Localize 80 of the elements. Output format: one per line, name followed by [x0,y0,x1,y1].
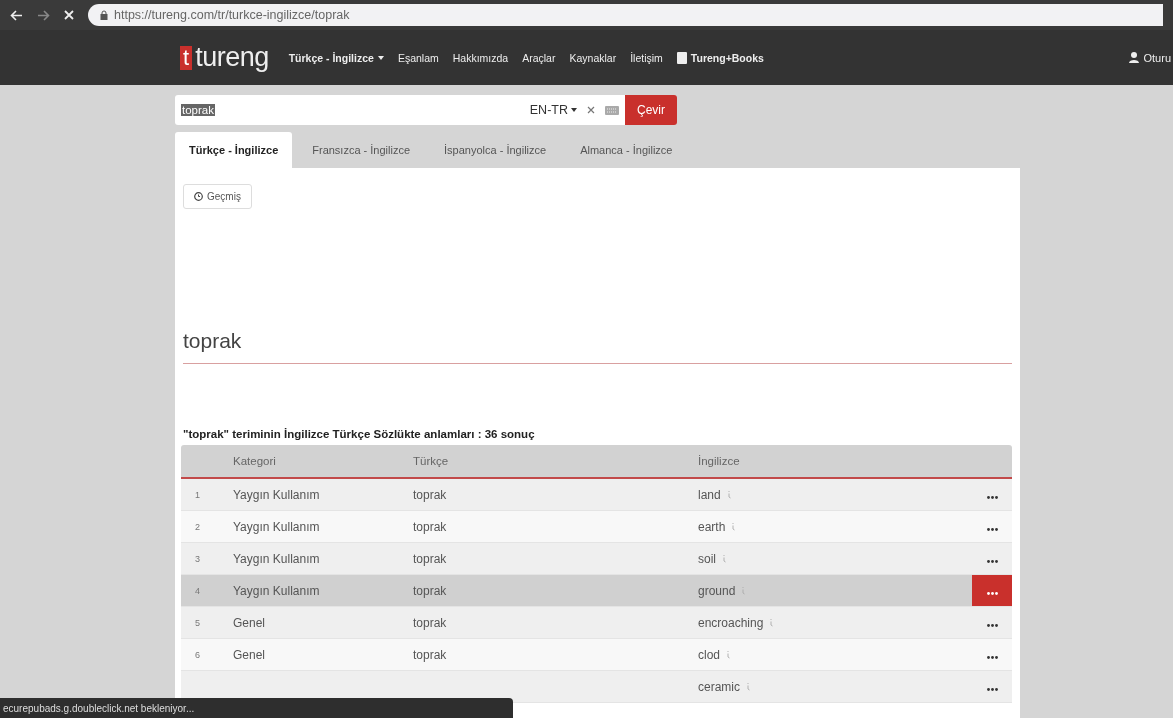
table-row[interactable]: 1 Yaygın Kullanım toprak land [181,479,1012,511]
table-cell-text: Yaygın Kullanım [233,487,321,502]
table-cell-text: Yaygın Kullanım [233,583,321,598]
table-cell-text: Yaygın Kullanım [233,551,321,566]
column-header: İngilizce [698,455,741,467]
column-header: Türkçe [413,455,450,467]
translation-link[interactable]: ground [698,583,736,598]
nav-link[interactable]: Kaynaklar [569,51,617,64]
table-cell-text: toprak [413,551,448,566]
table-cell-text: Genel [233,615,267,630]
nav-link[interactable]: Hakkımızda [452,51,509,64]
status-bar: ecurepubads.g.doubleclick.net bekleniyor... [0,698,513,718]
nav-link[interactable]: İletişim [630,51,663,64]
language-tab[interactable]: Fransızca - İngilizce [298,132,425,168]
more-icon [986,591,998,595]
keyboard-icon[interactable] [605,105,619,115]
more-icon [986,687,998,691]
info-icon[interactable] [726,490,731,499]
info-icon[interactable] [726,650,730,659]
language-tab[interactable]: Almanca - İngilizce [566,132,687,168]
translation-link[interactable]: soil [698,551,716,566]
logo-text[interactable]: tureng [195,42,269,73]
search-field[interactable]: toprak EN-TR [175,95,625,125]
more-button[interactable] [972,575,1012,606]
translation-link[interactable]: earth [698,519,726,534]
row-number: 1 [194,489,201,500]
info-icon[interactable] [731,522,736,531]
table-cell-text: toprak [413,647,448,662]
logo-mark[interactable]: t [180,45,193,70]
row-number: 4 [194,585,201,596]
more-icon [986,495,998,499]
book-icon [676,51,687,64]
more-icon [986,527,998,531]
row-number: 3 [194,553,201,564]
table-row[interactable]: ceramic [181,671,1012,703]
table-cell-text: toprak [413,583,448,598]
caret-icon [377,55,384,60]
language-select[interactable]: EN-TR [529,103,577,117]
close-icon[interactable] [64,10,74,20]
translation-link[interactable]: encroaching [698,615,764,630]
language-tab[interactable]: İspanyolca - İngilizce [430,132,561,168]
more-icon [986,623,998,627]
nav-link[interactable]: Araçlar [522,51,556,64]
translation-link[interactable]: clod [698,647,720,662]
translation-link[interactable]: land [698,487,721,502]
address-bar[interactable]: https://tureng.com/tr/turkce-ingilizce/toprak [88,4,1163,26]
books-link[interactable]: Tureng+Books [676,51,764,64]
search-term-heading: toprak [183,329,1012,364]
table-cell-text: Yaygın Kullanım [233,519,321,534]
table-row[interactable]: 2 Yaygın Kullanım toprak earth [181,511,1012,543]
language-menu[interactable]: Türkçe - İngilizce [288,51,384,64]
lock-icon [100,10,108,20]
table-cell-text: toprak [413,487,448,502]
table-row[interactable]: 6 Genel toprak clod [181,639,1012,671]
table-cell-text: toprak [413,519,448,534]
table-cell-text: toprak [413,615,448,630]
table-row[interactable]: 4 Yaygın Kullanım toprak ground [181,575,1012,607]
back-icon[interactable] [10,9,23,21]
table-row[interactable]: 5 Genel toprak encroaching [181,607,1012,639]
nav-link[interactable]: Eşanlam [397,51,439,64]
history-button[interactable]: Geçmiş [183,184,252,209]
more-icon [986,655,998,659]
translate-button[interactable]: Çevir [625,95,677,125]
login-link[interactable]: Oturu [1129,51,1171,64]
row-number: 2 [194,521,201,532]
info-icon[interactable] [741,586,746,595]
clock-icon [194,192,203,201]
table-cell-text: Genel [233,647,267,662]
more-icon [986,559,998,563]
column-header: Kategori [233,455,277,467]
user-icon [1129,52,1140,63]
table-row[interactable]: 3 Yaygın Kullanım toprak soil [181,543,1012,575]
caret-icon [571,108,577,112]
clear-icon[interactable] [587,106,595,114]
row-number: 6 [194,649,201,660]
info-icon[interactable] [769,618,774,627]
language-tab[interactable]: Türkçe - İngilizce [175,132,293,168]
row-number: 5 [194,617,201,628]
translation-link[interactable]: ceramic [698,679,740,694]
results-title: "toprak" teriminin İngilizce Türkçe Sözlükte anlamları : 36 sonuç [183,428,536,440]
